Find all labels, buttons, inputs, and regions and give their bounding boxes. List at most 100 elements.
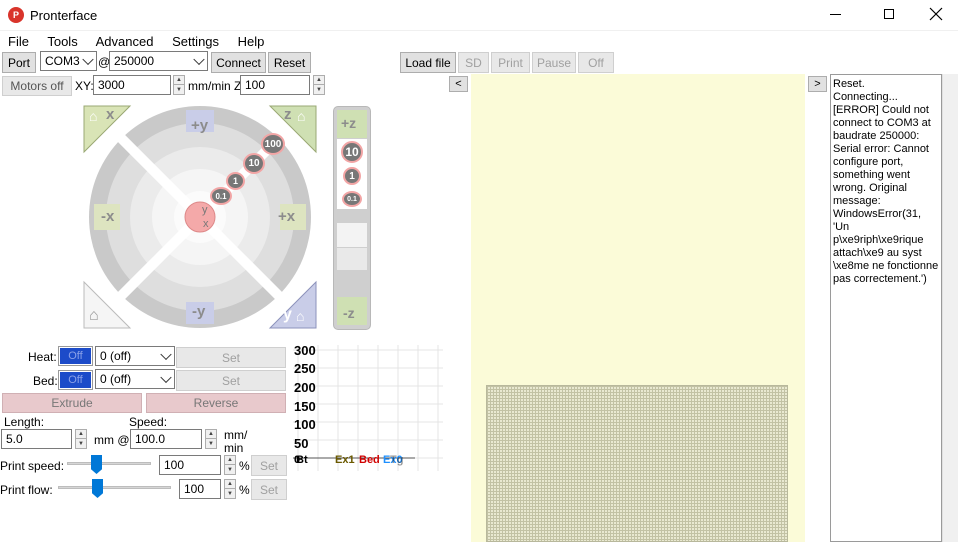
plus-z-label: +z: [341, 115, 357, 131]
temp-tick-50: 50: [294, 436, 309, 451]
z-step-area-lower-2: [337, 248, 367, 270]
chevron-down-icon: [82, 53, 94, 66]
pause-button[interactable]: Pause: [532, 52, 576, 73]
print-speed-track: [67, 462, 151, 465]
temperature-graph: 300 250 200 150 100 50 0 Bt Ex1 Bed Ex0 …: [293, 345, 443, 471]
step-1-label: 1: [232, 176, 238, 186]
print-flow-label: Print flow:: [0, 483, 53, 497]
motors-off-button[interactable]: Motors off: [2, 76, 72, 96]
collapse-left-button[interactable]: <: [449, 76, 468, 92]
print-speed-input[interactable]: 100: [159, 455, 221, 475]
collapse-right-button[interactable]: >: [808, 76, 827, 92]
home-y-icon[interactable]: ⌂: [296, 308, 304, 324]
extrude-speed-input[interactable]: 100.0: [130, 429, 202, 449]
reverse-button[interactable]: Reverse: [146, 393, 286, 413]
title-bar: P Pronterface: [0, 0, 958, 31]
z-step-10-label: 10: [345, 145, 359, 159]
home-z-icon: ⌂: [297, 108, 306, 124]
menu-help[interactable]: Help: [238, 34, 265, 49]
off-button[interactable]: Off: [578, 52, 614, 73]
log-scrollbar[interactable]: [942, 74, 958, 542]
minimize-icon[interactable]: [830, 14, 841, 15]
minus-z-label: -z: [343, 305, 355, 321]
sd-button[interactable]: SD: [458, 52, 489, 73]
length-stepper[interactable]: ▲ ▼: [75, 429, 87, 449]
log-line: wrong. Original: [833, 182, 907, 194]
z-jog-control[interactable]: +z 10 1 0.1 -z: [333, 106, 371, 330]
temp-tick-100: 100: [294, 417, 316, 432]
print-flow-track: [58, 486, 171, 489]
load-file-button[interactable]: Load file: [400, 52, 456, 73]
z-step-1-button[interactable]: 1: [343, 167, 361, 185]
print-flow-set-button[interactable]: Set: [251, 479, 287, 500]
legend-ex1: Ex1: [335, 454, 355, 466]
print-flow-slider-handle[interactable]: [92, 479, 103, 498]
step-10-button[interactable]: 10: [243, 153, 265, 174]
plus-y-label[interactable]: +y: [191, 117, 208, 134]
xy-label: XY:: [75, 79, 94, 93]
menu-advanced[interactable]: Advanced: [96, 34, 154, 49]
z-step-10-button[interactable]: 10: [341, 141, 363, 163]
step-1-button[interactable]: 1: [226, 172, 245, 190]
menu-tools[interactable]: Tools: [47, 34, 77, 49]
step-01-label: 0.1: [215, 191, 227, 201]
bed-temp-value: 0 (off): [100, 372, 132, 386]
bed-label: Bed:: [33, 374, 58, 388]
xy-speed-input[interactable]: 3000: [93, 75, 171, 95]
log-line: Reset.: [833, 78, 865, 90]
port-select[interactable]: COM3: [40, 51, 97, 71]
print-speed-label: Print speed:: [0, 459, 65, 473]
speed-label: Speed:: [129, 415, 168, 429]
port-button[interactable]: Port: [2, 52, 36, 73]
extrude-button[interactable]: Extrude: [2, 393, 142, 413]
chevron-down-icon: [160, 371, 172, 384]
heat-set-button[interactable]: Set: [176, 347, 286, 368]
xy-unit-label: mm/min Z:: [188, 79, 245, 93]
minus-y-label[interactable]: -y: [192, 303, 205, 320]
print-speed-stepper[interactable]: ▲ ▼: [224, 455, 236, 475]
baud-value: 250000: [114, 54, 155, 68]
minus-x-label[interactable]: -x: [101, 208, 114, 225]
speed-unit-1: mm/: [224, 428, 248, 442]
z-step-01-label: 0.1: [347, 195, 357, 203]
print-button[interactable]: Print: [491, 52, 530, 73]
connect-button[interactable]: Connect: [211, 52, 266, 73]
plus-x-label[interactable]: +x: [278, 208, 295, 225]
bed-off-button[interactable]: Off: [58, 370, 93, 390]
window-title: Pronterface: [30, 8, 98, 23]
home-z-label: z: [284, 106, 292, 123]
extrude-speed-stepper[interactable]: ▲ ▼: [205, 429, 217, 449]
log-line: something went: [833, 169, 911, 181]
print-flow-stepper[interactable]: ▲ ▼: [224, 479, 236, 499]
xy-speed-stepper[interactable]: ▲ ▼: [173, 75, 185, 95]
step-100-button[interactable]: 100: [261, 133, 285, 155]
close-icon[interactable]: [929, 7, 943, 21]
z-speed-stepper[interactable]: ▲ ▼: [313, 75, 325, 95]
baud-select[interactable]: 250000: [109, 51, 208, 71]
temp-legend-partial: Bt: [296, 454, 308, 466]
log-line: [ERROR] Could not: [833, 104, 929, 116]
print-speed-pct: %: [239, 459, 250, 473]
print-speed-slider-handle[interactable]: [91, 455, 102, 474]
heat-off-button[interactable]: Off: [58, 346, 93, 366]
z-speed-input[interactable]: 100: [240, 75, 310, 95]
log-line: Serial error: Cannot: [833, 143, 929, 155]
heat-temp-select[interactable]: 0 (off): [95, 346, 175, 366]
chevron-down-icon: [160, 348, 172, 361]
maximize-icon[interactable]: [884, 9, 894, 19]
menu-file[interactable]: File: [8, 34, 29, 49]
log-panel[interactable]: Reset. Connecting... [ERROR] Could not c…: [830, 74, 942, 542]
step-01-button[interactable]: 0.1: [210, 187, 232, 205]
menu-settings[interactable]: Settings: [172, 34, 219, 49]
log-line: Connecting...: [833, 91, 898, 103]
mm-at-label: mm @: [94, 433, 130, 447]
z-step-01-button[interactable]: 0.1: [342, 191, 362, 207]
bed-temp-select[interactable]: 0 (off): [95, 369, 175, 389]
print-speed-set-button[interactable]: Set: [251, 455, 287, 476]
print-flow-input[interactable]: 100: [179, 479, 221, 499]
length-input[interactable]: 5.0: [1, 429, 72, 449]
home-xy-icon: ⌂: [89, 108, 98, 124]
home-all-icon[interactable]: ⌂: [89, 307, 99, 325]
bed-set-button[interactable]: Set: [176, 370, 286, 391]
reset-button[interactable]: Reset: [268, 52, 311, 73]
